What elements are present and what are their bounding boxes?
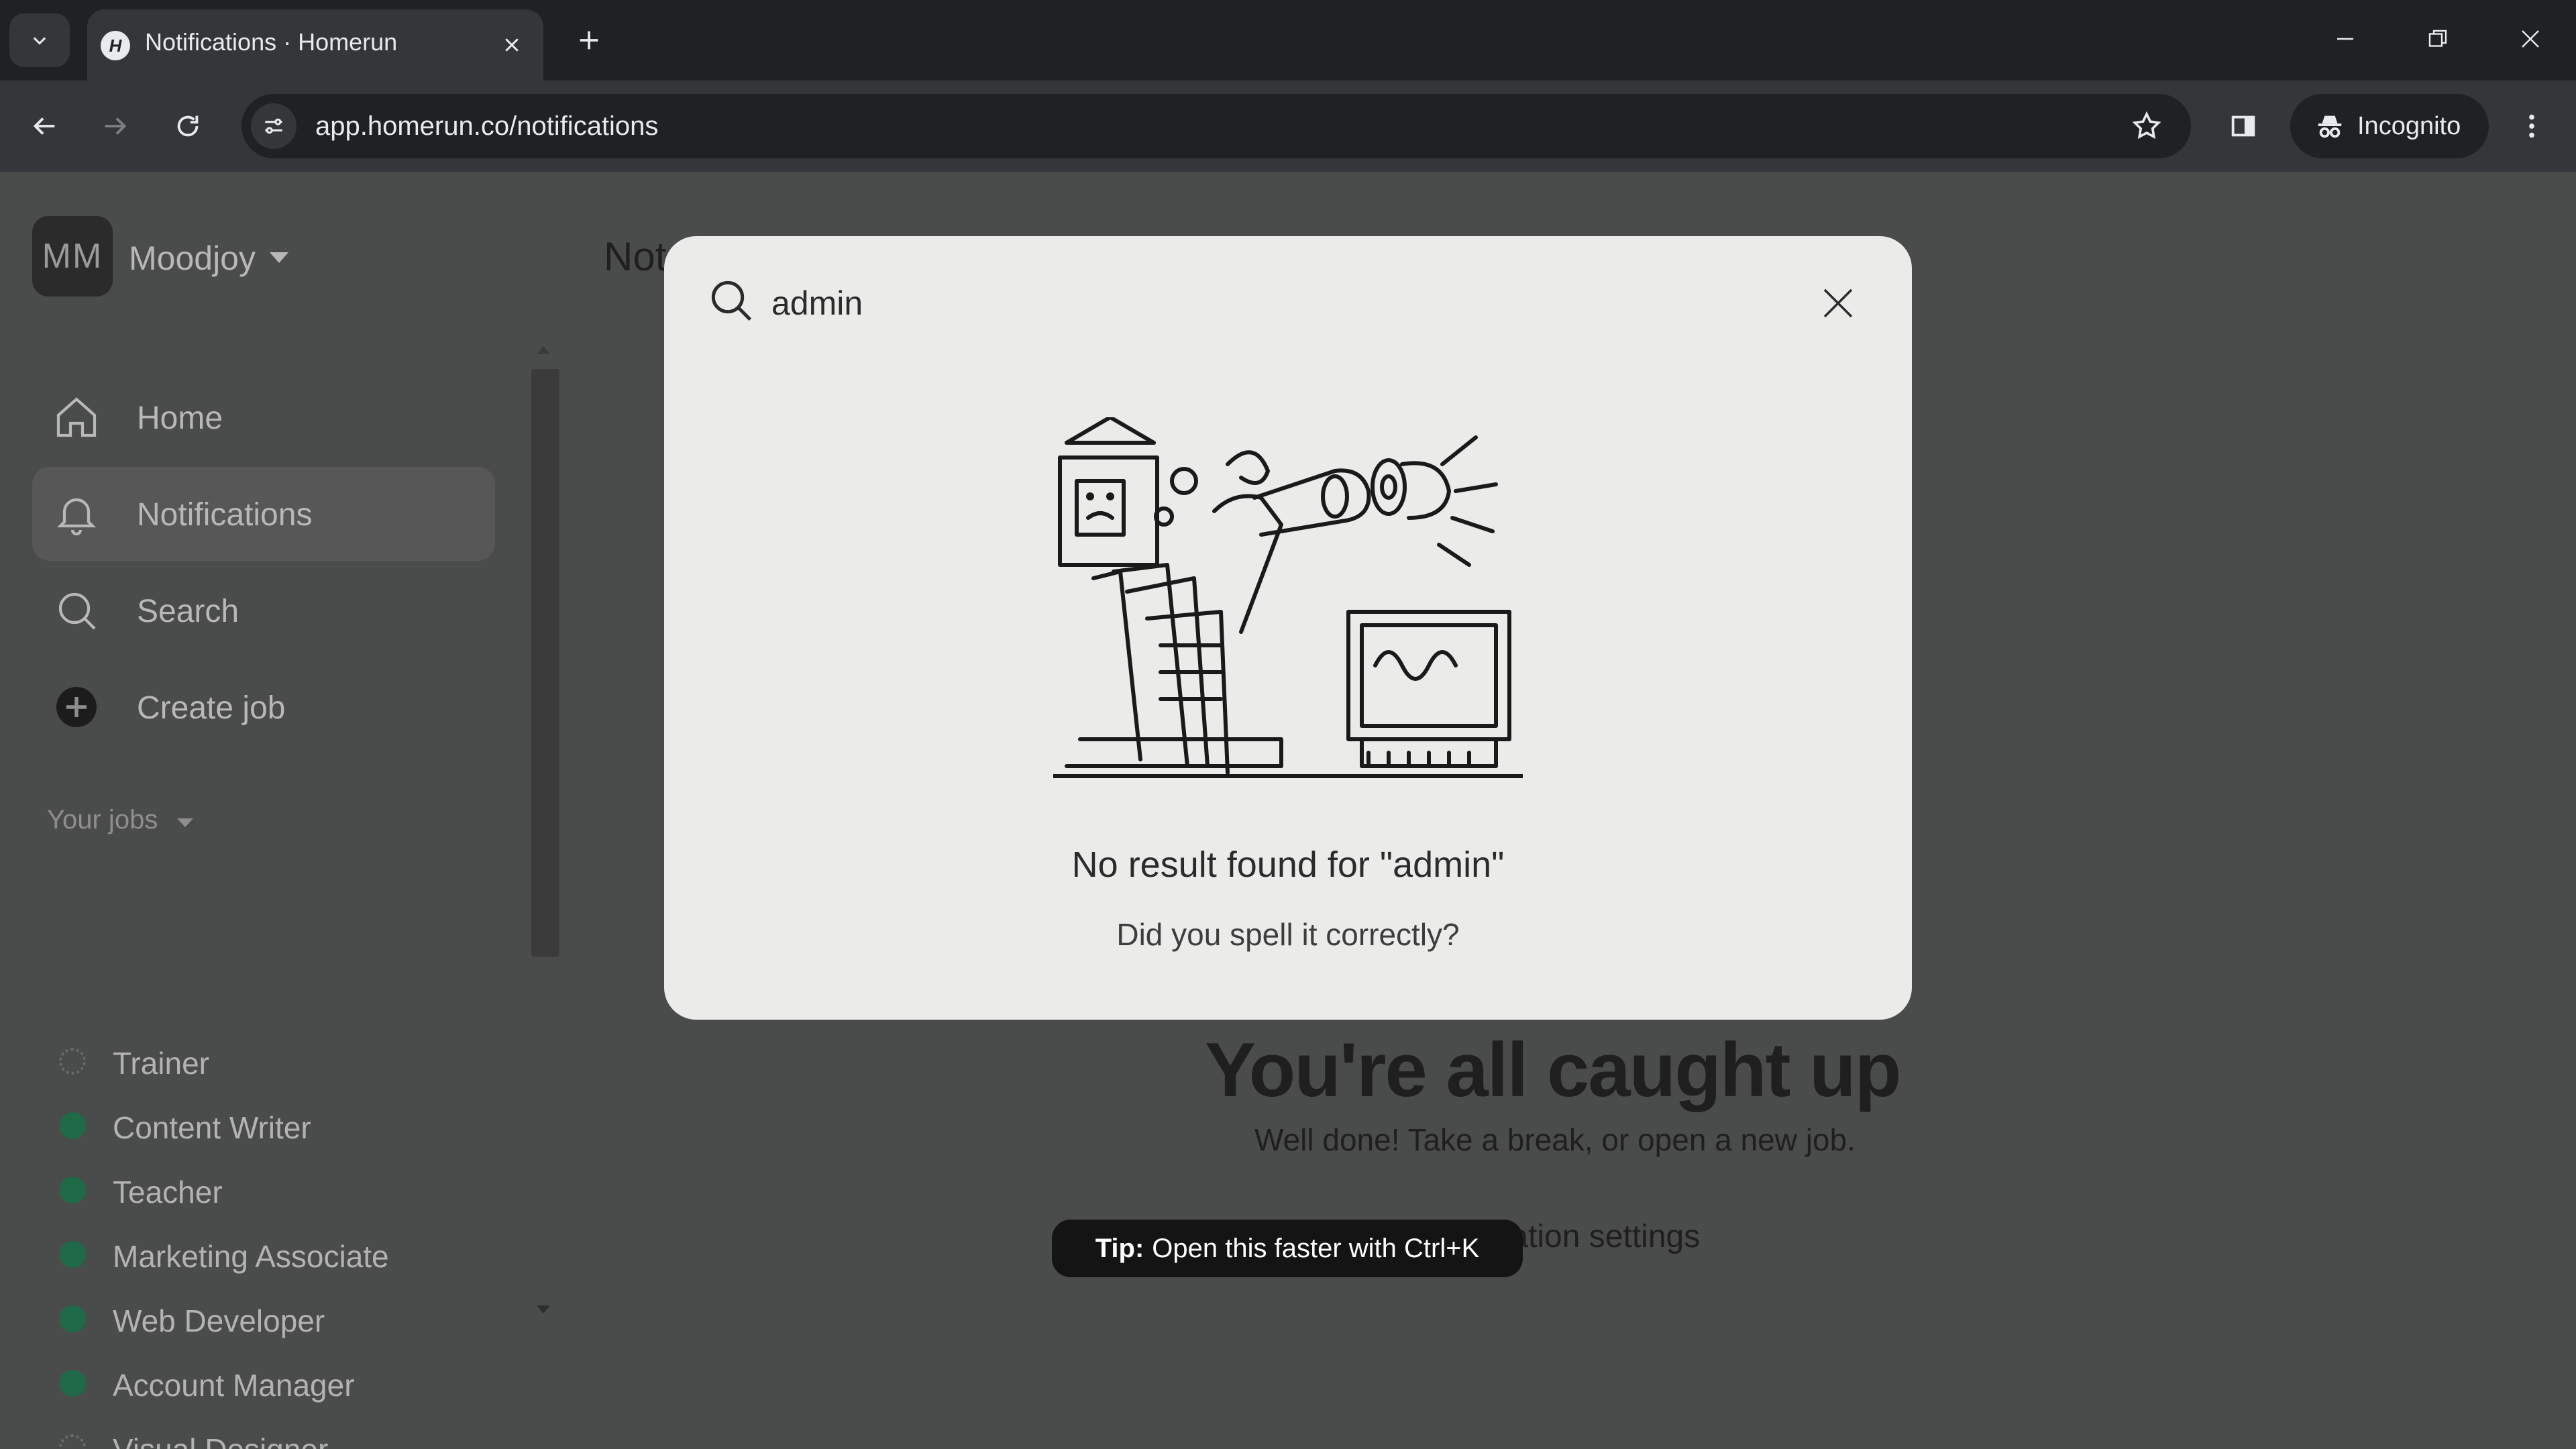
plus-icon [580,31,598,50]
search-modal: No result found for "admin" Did you spel… [664,236,1912,1020]
close-icon [505,38,519,52]
sidebar-item-label: Notifications [137,497,313,533]
tip-label: Tip: [1095,1233,1144,1263]
draft-status-icon [59,1048,86,1075]
org-avatar[interactable]: MM [32,216,113,297]
url-text: app.homerun.co/notifications [315,111,659,141]
job-item[interactable]: Visual Designer [54,1424,470,1449]
page-title: Not [604,234,667,279]
job-label: Content Writer [113,1110,311,1145]
restore-icon [2428,30,2447,47]
job-label: Visual Designer [113,1432,328,1449]
close-window-button[interactable] [2497,12,2564,66]
job-item[interactable]: Account Manager [54,1359,470,1406]
job-label: Web Developer [113,1303,325,1338]
your-jobs-heading[interactable]: Your jobs [47,805,158,835]
search-input[interactable] [771,276,1711,330]
browser-toolbar: app.homerun.co/notifications Incognito [0,80,2576,172]
tab-search-button[interactable] [9,13,70,67]
search-icon [704,274,758,327]
sidebar-item-label: Create job [137,690,286,726]
spelling-hint: Did you spell it correctly? [1116,917,1460,952]
scroll-down-arrow[interactable] [537,1305,550,1313]
caret-down-icon[interactable] [177,818,193,827]
draft-status-icon [59,1434,86,1449]
sidebar-item-notifications[interactable]: Notifications [32,467,495,561]
chevron-down-icon [33,37,46,45]
sidebar-item-label: Search [137,594,239,629]
restore-button[interactable] [2404,12,2471,66]
sidebar-item-search[interactable]: Search [32,564,495,657]
kebab-menu-icon [2529,114,2534,138]
tab-title: Notifications · Homerun [145,28,398,56]
caret-down-icon[interactable] [270,252,288,263]
side-panel-icon [2231,115,2255,137]
published-status-icon [59,1305,86,1332]
forward-button[interactable] [89,99,142,153]
app-area: MM Moodjoy Home Notifications Search Cre… [0,172,2576,1449]
job-item[interactable]: Content Writer [54,1102,470,1148]
caught-up-subtitle: Well done! Take a break, or open a new j… [1254,1122,1856,1157]
org-switcher[interactable]: Moodjoy [129,239,256,278]
scroll-up-arrow[interactable] [537,346,550,354]
reload-icon [177,115,199,137]
incognito-icon [2318,115,2342,138]
published-status-icon [59,1112,86,1139]
reload-button[interactable] [161,99,215,153]
job-label: Teacher [113,1175,223,1210]
tab-close-button[interactable] [488,21,535,68]
star-icon [2132,111,2161,140]
close-icon [1823,288,1853,318]
published-status-icon [59,1177,86,1203]
bell-icon [52,490,101,538]
browser-tab[interactable]: H Notifications · Homerun [87,9,543,80]
arrow-left-icon [33,117,55,135]
minimize-icon [2337,38,2353,40]
plus-circle-icon [52,683,101,731]
incognito-label: Incognito [2357,111,2461,140]
bookmark-button[interactable] [2127,106,2167,146]
published-status-icon [59,1241,86,1268]
search-icon [52,586,101,635]
browser-menu-button[interactable] [2505,99,2559,153]
caught-up-heading: You're all caught up [1205,1028,1901,1113]
no-results-illustration [1053,417,1523,778]
incognito-indicator[interactable]: Incognito [2290,94,2489,158]
arrow-right-icon [105,117,127,135]
new-tab-button[interactable] [564,15,614,66]
close-search-button[interactable] [1805,270,1872,337]
site-info-button[interactable] [251,103,297,149]
sidebar-scrollbar-thumb[interactable] [531,369,559,957]
close-icon [2522,30,2539,48]
job-label: Account Manager [113,1368,355,1403]
minimize-button[interactable] [2312,12,2379,66]
job-item[interactable]: Marketing Associate [54,1230,470,1277]
tune-icon [265,118,282,134]
sidebar-item-home[interactable]: Home [32,370,495,464]
shortcut-tip: Tip: Open this faster with Ctrl+K [1052,1220,1523,1277]
no-result-message: No result found for "admin" [1071,845,1505,885]
job-item[interactable]: Teacher [54,1166,470,1213]
published-status-icon [59,1370,86,1397]
sidebar: MM Moodjoy Home Notifications Search Cre… [0,172,577,1449]
browser-tab-bar: H Notifications · Homerun [0,0,2576,80]
sidebar-item-create-job[interactable]: Create job [32,660,495,754]
job-label: Marketing Associate [113,1239,389,1274]
sidebar-item-label: Home [137,400,223,436]
job-item[interactable]: Trainer [54,1037,470,1084]
side-panel-button[interactable] [2216,99,2270,153]
home-icon [52,393,101,441]
tip-text: Open this faster with Ctrl+K [1152,1233,1480,1263]
back-button[interactable] [17,99,71,153]
job-label: Trainer [113,1046,209,1081]
homerun-favicon-icon: H [101,31,130,60]
address-bar[interactable]: app.homerun.co/notifications [241,94,2191,158]
job-item[interactable]: Web Developer [54,1295,470,1342]
